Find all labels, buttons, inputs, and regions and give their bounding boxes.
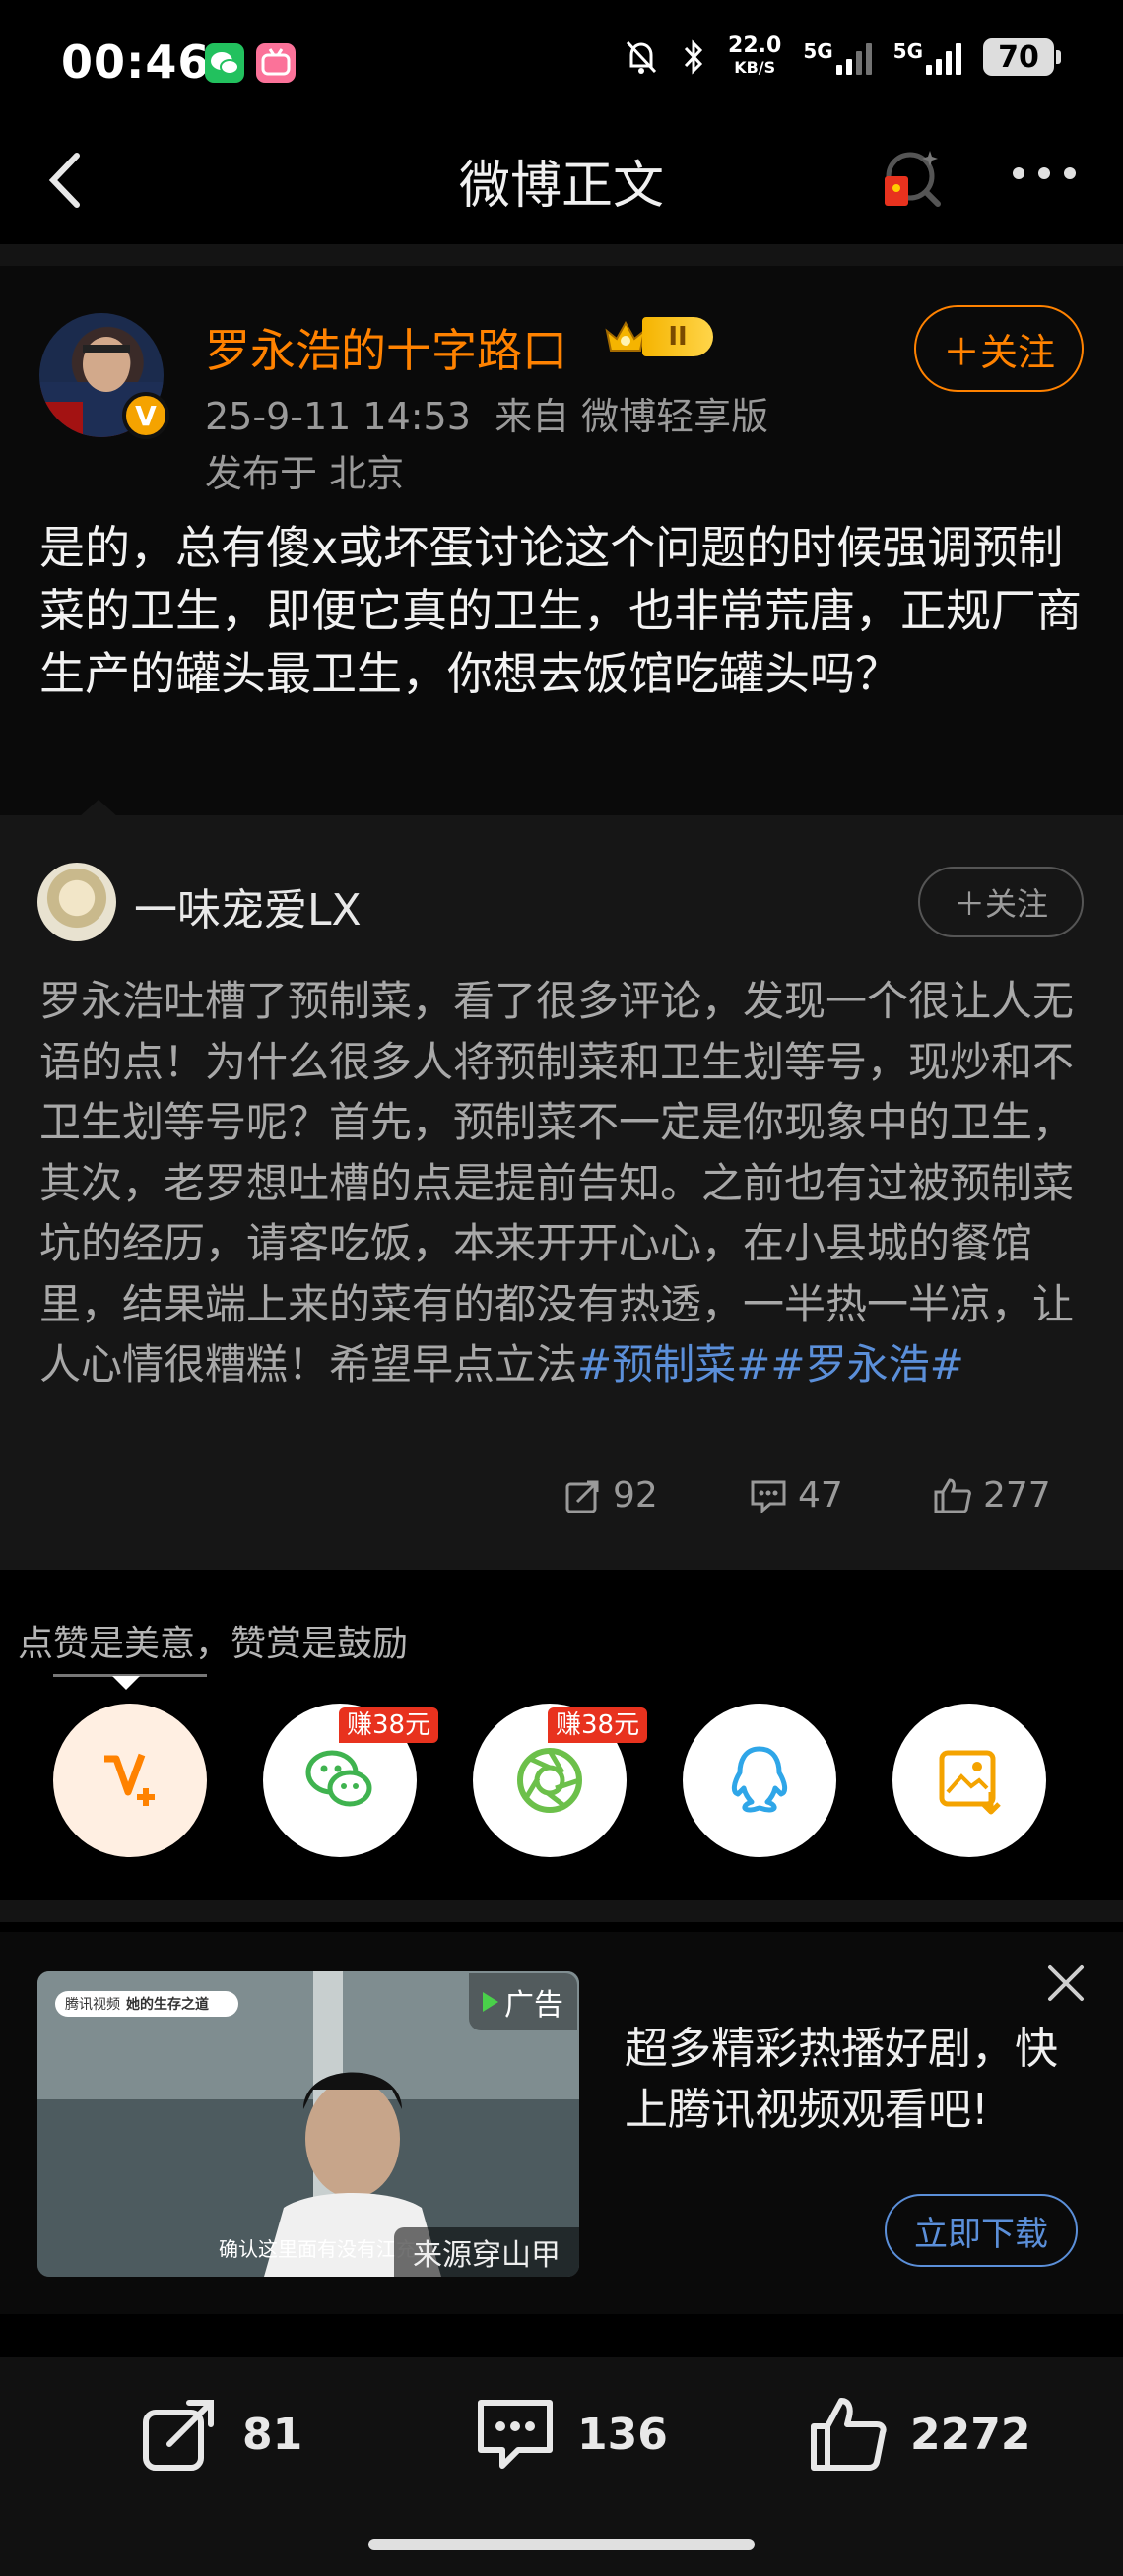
ad-thumb-subtitle: 确认这里面有没有江充 — [219, 2237, 416, 2261]
ad-source-tag: 来源穿山甲 — [394, 2227, 579, 2277]
member-level-badge: II — [603, 317, 713, 356]
author-name[interactable]: 罗永浩的十字路口 — [205, 315, 567, 380]
bluetooth-icon — [684, 39, 703, 75]
earn-badge-moments: 赚38元 — [548, 1707, 648, 1743]
ad-download-button[interactable]: 立即下载 — [885, 2194, 1078, 2267]
reward-caption: 点赞是美意，赞赏是鼓励 — [18, 1624, 409, 1664]
repost-icon — [565, 1480, 599, 1513]
home-indicator[interactable] — [368, 2539, 755, 2550]
retweet-body: 罗永浩吐槽了预制菜，看了很多评论，发现一个很让人无语的点！为什么很多人将预制菜和… — [39, 977, 1075, 1388]
retweet-notch — [79, 800, 118, 817]
red-packet-icon — [885, 151, 941, 207]
signal-sim1: 5G — [803, 39, 872, 75]
mute-bell-icon — [626, 40, 657, 74]
save-image-icon — [939, 1750, 1001, 1815]
divider — [0, 244, 1123, 266]
bilibili-notification-icon — [256, 43, 296, 83]
close-icon — [1048, 1965, 1084, 2001]
retweet-author-name[interactable]: 一味宠爱LX — [134, 874, 362, 937]
battery-indicator: 70 — [983, 38, 1061, 76]
earn-badge-wechat: 赚38元 — [339, 1707, 439, 1743]
play-icon — [483, 1992, 498, 2012]
status-icons: 22.0 KB/S 5G 5G 70 — [624, 33, 1061, 79]
more-button[interactable] — [1013, 167, 1076, 179]
moments-icon — [517, 1748, 582, 1813]
share-qq-button[interactable] — [683, 1704, 836, 1857]
post-timestamp: 25-9-11 14:53 — [205, 395, 471, 438]
comment-icon — [751, 1480, 786, 1513]
thumbs-up-icon — [934, 1477, 971, 1513]
status-time: 00:46 — [61, 35, 211, 89]
follow-button[interactable]: ＋关注 — [914, 305, 1084, 392]
share-arrow-icon — [143, 2400, 214, 2471]
retweet-follow-button[interactable]: ＋关注 — [918, 867, 1084, 937]
verified-badge: V — [122, 392, 169, 439]
reward-v-icon — [104, 1753, 155, 1806]
page-title: 微博正文 — [458, 157, 664, 216]
post-body: 是的，总有傻x或坏蛋讨论这个问题的时候强调预制菜的卫生，即便它真的卫生，也非常荒… — [39, 521, 1082, 700]
red-packet-search-button[interactable] — [875, 143, 946, 214]
ad-close-button[interactable] — [1044, 1962, 1088, 2005]
reward-button[interactable] — [53, 1704, 207, 1857]
retweet-comment-count[interactable]: 47 — [749, 1475, 843, 1515]
thumbs-up-icon — [811, 2398, 887, 2471]
like-button[interactable]: 2272 — [806, 2393, 1030, 2476]
hashtag-links[interactable]: #预制菜##罗永浩# — [577, 1340, 964, 1388]
repost-button[interactable]: 81 — [140, 2393, 302, 2476]
wechat-icon — [305, 1750, 372, 1807]
retweet-repost-count[interactable]: 92 — [563, 1475, 658, 1515]
qq-icon — [731, 1746, 788, 1813]
post-source: 来自 微博轻享版 — [495, 395, 769, 438]
wechat-notification-icon — [205, 43, 244, 83]
net-speed: 22.0 KB/S — [728, 33, 782, 78]
comment-button[interactable]: 136 — [473, 2393, 668, 2476]
signal-sim2: 5G — [893, 39, 961, 75]
divider — [0, 1900, 1123, 1922]
ad-thumb-search: 腾讯视频 她的生存之道 — [55, 1991, 238, 2017]
reward-tab-caret — [112, 1676, 140, 1690]
retweet-like-count[interactable]: 277 — [932, 1475, 1051, 1515]
retweet-author-avatar[interactable] — [37, 863, 116, 941]
post-meta: 25-9-11 14:53 来自 微博轻享版 — [205, 386, 768, 440]
ad-label: 广告 — [469, 1973, 577, 2030]
save-image-button[interactable] — [892, 1704, 1046, 1857]
level-label: II — [642, 317, 713, 356]
comment-bubble-icon — [478, 2400, 553, 2469]
post-location: 发布于 北京 — [205, 452, 405, 495]
ad-headline[interactable]: 超多精彩热播好剧，快上腾讯视频观看吧! — [625, 2019, 1078, 2141]
